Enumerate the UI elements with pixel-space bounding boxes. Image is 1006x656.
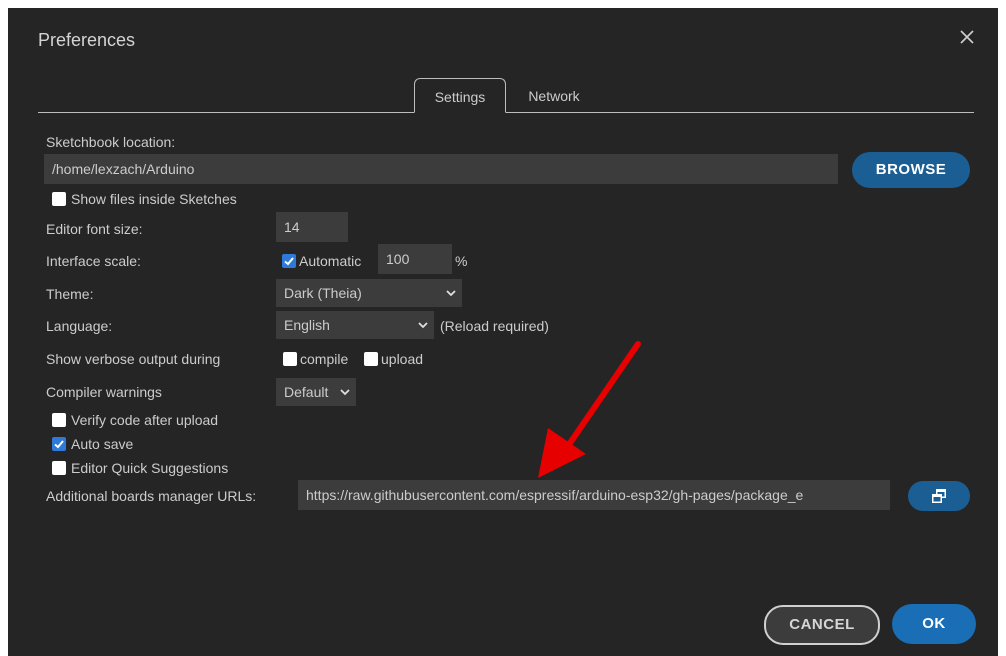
percent-unit: %	[455, 253, 468, 269]
chevron-down-icon	[446, 290, 456, 297]
quick-suggestions-label: Editor Quick Suggestions	[71, 460, 229, 476]
preferences-dialog: Preferences Settings Network Sketchbook …	[8, 8, 998, 656]
chevron-down-icon	[340, 389, 350, 396]
browse-button[interactable]: BROWSE	[852, 152, 970, 188]
open-window-icon	[932, 489, 946, 503]
interface-scale-label: Interface scale:	[46, 253, 141, 269]
verify-checkbox[interactable]	[52, 413, 66, 427]
compiler-warnings-label: Compiler warnings	[46, 384, 162, 400]
tab-settings[interactable]: Settings	[414, 78, 506, 113]
automatic-checkbox[interactable]	[282, 254, 296, 268]
sketchbook-location-label: Sketchbook location:	[46, 134, 176, 150]
scale-input[interactable]: 100	[378, 244, 452, 274]
language-select[interactable]: English	[276, 311, 434, 339]
theme-value: Dark (Theia)	[284, 285, 362, 301]
cancel-button[interactable]: CANCEL	[764, 605, 880, 645]
autosave-checkbox[interactable]	[52, 437, 66, 451]
verbose-label: Show verbose output during	[46, 351, 221, 367]
quick-suggestions-checkbox[interactable]	[52, 461, 66, 475]
reload-note: (Reload required)	[440, 318, 549, 334]
sketchbook-location-input[interactable]: /home/lexzach/Arduino	[44, 154, 838, 184]
compiler-warnings-value: Default	[284, 384, 329, 400]
red-annotation-arrow	[538, 341, 641, 478]
compile-checkbox[interactable]	[283, 352, 297, 366]
compile-label: compile	[300, 351, 349, 367]
show-files-label: Show files inside Sketches	[71, 191, 237, 207]
language-label: Language:	[46, 318, 113, 334]
language-value: English	[284, 317, 330, 333]
close-icon[interactable]	[958, 28, 976, 46]
show-files-checkbox[interactable]	[52, 192, 66, 206]
upload-label: upload	[381, 351, 424, 367]
automatic-label: Automatic	[299, 253, 362, 269]
dialog-title: Preferences	[38, 30, 136, 50]
theme-label: Theme:	[46, 286, 94, 302]
tab-network[interactable]: Network	[508, 78, 600, 113]
tabs-divider	[38, 112, 974, 113]
chevron-down-icon	[418, 322, 428, 329]
ok-button[interactable]: OK	[892, 604, 976, 644]
autosave-label: Auto save	[71, 436, 134, 452]
boards-urls-label: Additional boards manager URLs:	[46, 488, 257, 504]
theme-select[interactable]: Dark (Theia)	[276, 279, 462, 307]
font-size-label: Editor font size:	[46, 221, 143, 237]
open-urls-button[interactable]	[908, 481, 970, 511]
upload-checkbox[interactable]	[364, 352, 378, 366]
font-size-input[interactable]: 14	[276, 212, 348, 242]
verify-label: Verify code after upload	[71, 412, 219, 428]
